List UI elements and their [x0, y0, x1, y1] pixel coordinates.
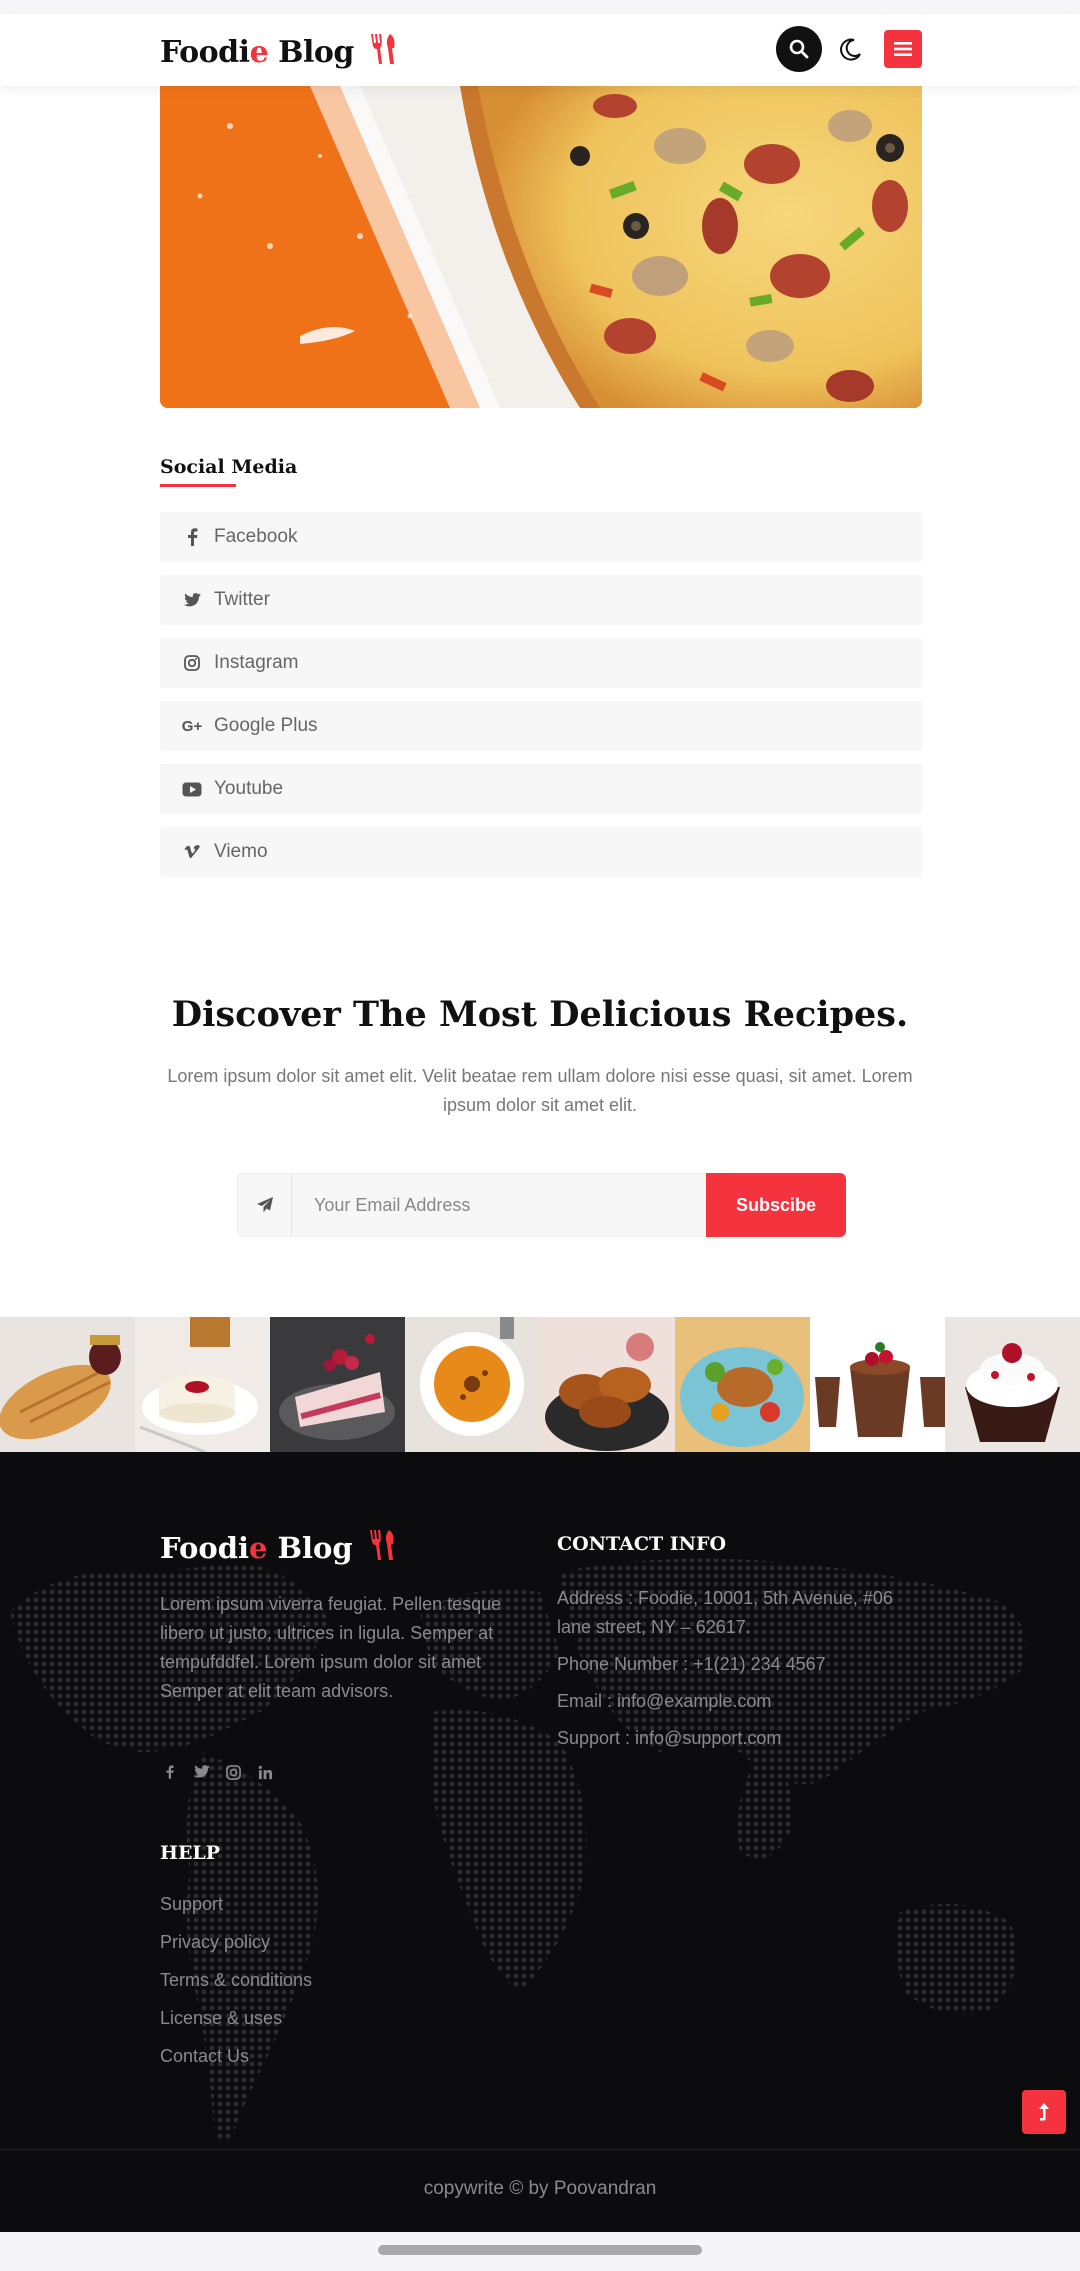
- gallery-image-bread[interactable]: [0, 1317, 135, 1452]
- social-item-label: Instagram: [214, 652, 299, 673]
- scroll-to-top-button[interactable]: [1022, 2090, 1066, 2134]
- gallery-image-panna-cotta[interactable]: [135, 1317, 270, 1452]
- linkedin-icon[interactable]: [256, 1763, 274, 1781]
- social-item-youtube[interactable]: Youtube: [160, 764, 922, 814]
- twitter-icon[interactable]: [192, 1763, 210, 1781]
- copyright-text: copywrite © by Poovandran: [423, 2178, 657, 2199]
- instagram-icon: [182, 653, 202, 673]
- gallery-image-soup[interactable]: [405, 1317, 540, 1452]
- status-strip: [0, 0, 1080, 14]
- newsletter-title: Discover The Most Delicious Recipes.: [171, 994, 909, 1035]
- moon-icon: [840, 38, 861, 61]
- help-link-license[interactable]: License & uses: [160, 2006, 312, 2044]
- footer-brand-logo[interactable]: Foodie Blog: [160, 1528, 397, 1569]
- cutlery-icon: [368, 32, 398, 74]
- arrow-up-icon: [1039, 2103, 1049, 2121]
- instagram-icon[interactable]: [224, 1763, 242, 1781]
- help-title: HELP: [160, 1842, 221, 1864]
- help-link-support[interactable]: Support: [160, 1892, 312, 1930]
- subscribe-button[interactable]: Subscibe: [706, 1173, 846, 1237]
- subscribe-form: Subscibe: [237, 1173, 846, 1237]
- social-item-label: Facebook: [214, 526, 298, 547]
- footer-about-text: Lorem ipsum viverra feugiat. Pellen tesq…: [160, 1594, 502, 1701]
- brand-text-tail: Blog: [268, 35, 354, 70]
- social-item-label: Twitter: [214, 589, 270, 610]
- brand-accent-letter: e: [249, 35, 269, 70]
- facebook-icon[interactable]: [160, 1763, 178, 1781]
- gallery-image-chocolate-mousse[interactable]: [810, 1317, 945, 1452]
- pizza-hero-image: [160, 86, 922, 408]
- footer-brand-text: Foodi: [160, 1531, 249, 1565]
- home-indicator[interactable]: [378, 2245, 702, 2255]
- social-item-label: Youtube: [214, 778, 284, 799]
- help-link-terms[interactable]: Terms & conditions: [160, 1968, 312, 2006]
- footer-brand-text-tail: Blog: [267, 1531, 353, 1565]
- gallery-image-fried-chicken[interactable]: [540, 1317, 675, 1452]
- dark-mode-toggle[interactable]: [836, 36, 864, 64]
- site-footer: Foodie Blog Lorem ipsum viverra feugiat.…: [0, 1452, 1080, 2232]
- contact-info-title: CONTACT INFO: [557, 1533, 727, 1555]
- help-link-privacy[interactable]: Privacy policy: [160, 1930, 312, 1968]
- gallery-image-cupcake[interactable]: [945, 1317, 1080, 1452]
- contact-support[interactable]: Support : info@support.com: [557, 1724, 927, 1753]
- brand-text: Foodi: [160, 35, 250, 70]
- vimeo-icon: [182, 842, 202, 862]
- title-underline: [160, 484, 236, 487]
- contact-email[interactable]: Email : info@example.com: [557, 1687, 927, 1716]
- brand-logo[interactable]: Foodie Blog: [160, 32, 398, 74]
- twitter-icon: [182, 590, 202, 610]
- gallery-image-cake[interactable]: [270, 1317, 405, 1452]
- help-links: Support Privacy policy Terms & condition…: [160, 1892, 312, 2082]
- social-media-title: Social Media: [160, 456, 298, 478]
- social-item-vimeo[interactable]: Viemo: [160, 827, 922, 877]
- search-button[interactable]: [776, 26, 822, 72]
- social-item-label: Viemo: [214, 841, 268, 862]
- menu-button[interactable]: [884, 30, 922, 68]
- contact-info-list: Address : Foodie, 10001, 5th Avenue, #06…: [557, 1584, 927, 1761]
- cutlery-icon: [367, 1528, 397, 1569]
- social-item-twitter[interactable]: Twitter: [160, 575, 922, 625]
- instagram-gallery: [0, 1317, 1080, 1452]
- social-item-google-plus[interactable]: G+ Google Plus: [160, 701, 922, 751]
- footer-social-icons: [160, 1763, 274, 1781]
- email-input[interactable]: [314, 1174, 714, 1236]
- social-item-label: Google Plus: [214, 715, 318, 736]
- youtube-icon: [182, 779, 202, 799]
- facebook-icon: [182, 527, 202, 547]
- search-icon: [789, 39, 809, 59]
- contact-address: Address : Foodie, 10001, 5th Avenue, #06…: [557, 1588, 893, 1637]
- menu-icon: [894, 42, 912, 56]
- gallery-image-grilled-dish[interactable]: [675, 1317, 810, 1452]
- footer-divider: [0, 2149, 1080, 2150]
- contact-phone[interactable]: Phone Number : +1(21) 234 4567: [557, 1650, 927, 1679]
- paper-plane-icon: [238, 1174, 292, 1236]
- social-item-facebook[interactable]: Facebook: [160, 512, 922, 562]
- newsletter-description: Lorem ipsum dolor sit amet elit. Velit b…: [167, 1066, 913, 1115]
- help-link-contact[interactable]: Contact Us: [160, 2044, 312, 2082]
- social-media-list: Facebook Twitter Instagram G+ Google Plu…: [160, 512, 922, 890]
- google-plus-icon: G+: [181, 717, 203, 735]
- social-item-instagram[interactable]: Instagram: [160, 638, 922, 688]
- site-header: Foodie Blog: [0, 14, 1080, 86]
- footer-brand-accent-letter: e: [248, 1531, 268, 1565]
